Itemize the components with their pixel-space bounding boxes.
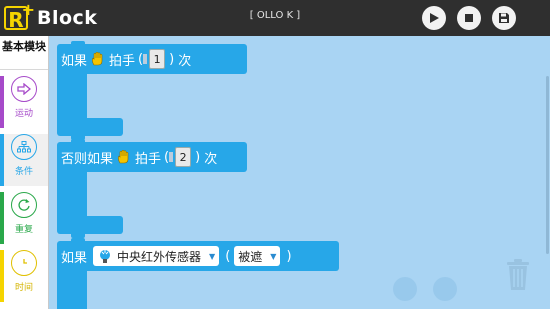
chevron-down-icon: ▼ (209, 251, 216, 261)
condition-select[interactable]: 被遮 ▼ (234, 246, 281, 266)
sensor-select-value: 中央红外传感器 (117, 249, 202, 264)
top-bar: R + Block [ OLLO K ] (0, 0, 550, 36)
input-tab (143, 54, 148, 64)
category-label: 重复 (14, 225, 33, 235)
hand-icon (90, 51, 106, 67)
clock-icon (11, 250, 37, 276)
block-suffix: 次 (204, 151, 218, 167)
category-label: 时间 (14, 283, 33, 293)
ir-sensor-icon (100, 250, 111, 263)
play-icon (430, 13, 439, 23)
block-paren-close: ) (195, 149, 201, 165)
zoom-in-button[interactable] (433, 277, 457, 301)
vertical-scrollbar[interactable] (546, 76, 549, 254)
block-arm (57, 271, 87, 309)
block-paren-close: ) (286, 248, 292, 264)
category-color-bar (0, 134, 4, 186)
block-footer (57, 118, 123, 136)
trash-icon[interactable] (504, 257, 532, 295)
category-color-bar (0, 250, 4, 302)
category-color-bar (0, 76, 4, 128)
hand-icon (116, 149, 132, 165)
block-action: 拍手 (135, 151, 162, 167)
play-button[interactable] (422, 6, 446, 30)
input-tab (169, 152, 174, 162)
stop-icon (465, 14, 473, 22)
arrow-right-icon (11, 76, 37, 102)
category-condition[interactable]: 条件 (0, 134, 48, 186)
category-color-bar (0, 192, 4, 244)
block-arm (57, 172, 87, 216)
block-footer (57, 216, 123, 234)
hierarchy-icon (11, 134, 37, 160)
clap-count-input[interactable]: 1 (149, 49, 166, 69)
save-button[interactable] (492, 6, 516, 30)
block-paren-open: ( (225, 248, 231, 264)
stop-button[interactable] (457, 6, 481, 30)
block-paren-close: ) (169, 51, 175, 67)
block-action: 拍手 (109, 53, 136, 69)
condition-select-value: 被遮 (238, 249, 263, 264)
block-canvas[interactable]: 如果 拍手 ( 1 ) 次 否则如果 拍手 ( 2 ) 次 如果 中央红外传感器… (49, 36, 550, 309)
block-header[interactable]: 否则如果 拍手 ( 2 ) 次 (57, 142, 247, 172)
block-keyword: 如果 (61, 250, 88, 266)
block-keyword: 否则如果 (61, 151, 114, 167)
sidebar-header: 基本模块 (0, 36, 48, 70)
category-time[interactable]: 时间 (0, 250, 48, 302)
save-icon (499, 13, 509, 23)
clap-count-input[interactable]: 2 (175, 147, 192, 167)
category-label: 条件 (14, 167, 33, 177)
category-label: 运动 (14, 109, 33, 119)
block-header[interactable]: 如果 中央红外传感器 ▼ ( 被遮 ▼ ) (57, 241, 339, 271)
block-suffix: 次 (178, 53, 192, 69)
repeat-icon (11, 192, 37, 218)
block-arm (57, 74, 87, 118)
category-motion[interactable]: 运动 (0, 76, 48, 128)
block-header[interactable]: 如果 拍手 ( 1 ) 次 (57, 44, 247, 74)
zoom-out-button[interactable] (393, 277, 417, 301)
chevron-down-icon: ▼ (270, 251, 277, 261)
sensor-select[interactable]: 中央红外传感器 ▼ (93, 246, 220, 266)
category-sidebar: 基本模块 运动 条件 重复 时间 (0, 36, 49, 309)
block-keyword: 如果 (61, 53, 88, 69)
category-repeat[interactable]: 重复 (0, 192, 48, 244)
